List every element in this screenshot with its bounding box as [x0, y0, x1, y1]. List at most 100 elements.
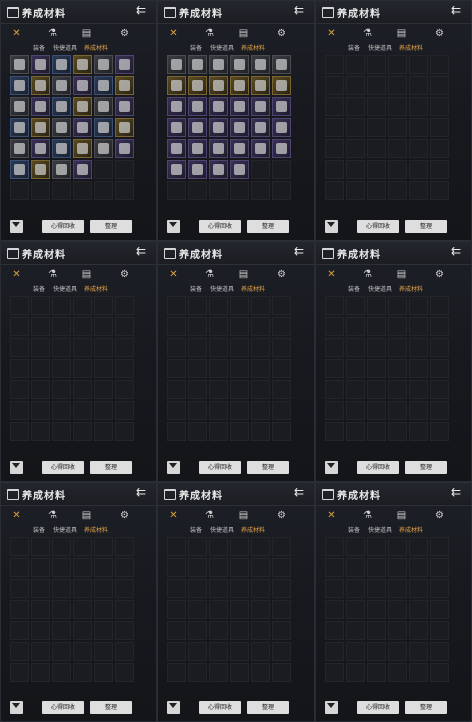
inventory-slot[interactable] [188, 181, 207, 200]
inventory-slot[interactable] [367, 600, 386, 619]
filter-icon[interactable] [10, 220, 23, 233]
inventory-slot[interactable] [367, 663, 386, 682]
inventory-slot[interactable] [346, 118, 365, 137]
inventory-slot[interactable] [409, 359, 428, 378]
close-icon[interactable]: ✕ [11, 510, 22, 521]
inventory-slot[interactable] [251, 380, 270, 399]
inventory-slot[interactable] [409, 317, 428, 336]
tab-quick-items[interactable]: 快捷道具 [368, 284, 392, 293]
material-icon[interactable]: ⚙ [276, 269, 287, 280]
inventory-slot[interactable] [367, 558, 386, 577]
inventory-slot[interactable] [367, 621, 386, 640]
inventory-slot[interactable] [94, 181, 113, 200]
inventory-slot[interactable] [10, 181, 29, 200]
inventory-slot[interactable] [325, 579, 344, 598]
inventory-slot[interactable] [272, 537, 291, 556]
inventory-slot[interactable] [325, 537, 344, 556]
inventory-slot[interactable] [430, 600, 449, 619]
inventory-slot[interactable] [73, 359, 92, 378]
inventory-slot[interactable] [272, 579, 291, 598]
inventory-slot[interactable] [409, 537, 428, 556]
inventory-slot[interactable] [430, 401, 449, 420]
quick-item-icon[interactable]: ▤ [396, 269, 407, 280]
inventory-slot[interactable] [230, 663, 249, 682]
inventory-slot[interactable] [167, 663, 186, 682]
inventory-slot[interactable] [73, 537, 92, 556]
inventory-slot[interactable] [209, 160, 228, 179]
quick-item-icon[interactable]: ▤ [81, 28, 92, 39]
inventory-slot[interactable] [430, 380, 449, 399]
close-icon[interactable]: ✕ [168, 28, 179, 39]
quick-item-icon[interactable]: ▤ [238, 510, 249, 521]
inventory-slot[interactable] [230, 359, 249, 378]
inventory-slot[interactable] [209, 76, 228, 95]
inventory-slot[interactable] [115, 380, 134, 399]
inventory-slot[interactable] [115, 600, 134, 619]
recycle-button[interactable]: 心得回收 [199, 461, 241, 474]
inventory-slot[interactable] [346, 160, 365, 179]
inventory-slot[interactable] [73, 422, 92, 441]
inventory-slot[interactable] [115, 181, 134, 200]
tab-materials[interactable]: 养成材料 [84, 525, 108, 534]
inventory-slot[interactable] [251, 118, 270, 137]
inventory-slot[interactable] [115, 621, 134, 640]
inventory-slot[interactable] [367, 579, 386, 598]
close-icon[interactable]: ✕ [168, 510, 179, 521]
inventory-slot[interactable] [230, 160, 249, 179]
inventory-slot[interactable] [388, 558, 407, 577]
double-chevron-left-icon[interactable]: ⇇ [451, 486, 465, 498]
material-icon[interactable]: ⚙ [119, 510, 130, 521]
inventory-slot[interactable] [115, 359, 134, 378]
double-chevron-left-icon[interactable]: ⇇ [294, 486, 308, 498]
tab-equipment[interactable]: 装备 [348, 525, 360, 534]
inventory-slot[interactable] [188, 621, 207, 640]
inventory-slot[interactable] [325, 338, 344, 357]
inventory-slot[interactable] [31, 55, 50, 74]
inventory-slot[interactable] [94, 380, 113, 399]
inventory-slot[interactable] [388, 359, 407, 378]
inventory-slot[interactable] [230, 422, 249, 441]
inventory-slot[interactable] [52, 642, 71, 661]
inventory-slot[interactable] [188, 296, 207, 315]
inventory-slot[interactable] [73, 97, 92, 116]
inventory-slot[interactable] [367, 296, 386, 315]
inventory-slot[interactable] [325, 380, 344, 399]
material-icon[interactable]: ⚙ [434, 269, 445, 280]
inventory-slot[interactable] [167, 160, 186, 179]
inventory-slot[interactable] [188, 600, 207, 619]
inventory-slot[interactable] [73, 338, 92, 357]
filter-icon[interactable] [167, 220, 180, 233]
inventory-slot[interactable] [188, 422, 207, 441]
quick-item-icon[interactable]: ▤ [238, 28, 249, 39]
inventory-slot[interactable] [346, 579, 365, 598]
inventory-slot[interactable] [272, 600, 291, 619]
inventory-slot[interactable] [188, 537, 207, 556]
inventory-slot[interactable] [325, 76, 344, 95]
inventory-slot[interactable] [230, 558, 249, 577]
filter-icon[interactable] [325, 220, 338, 233]
inventory-slot[interactable] [325, 118, 344, 137]
inventory-slot[interactable] [388, 537, 407, 556]
inventory-slot[interactable] [209, 401, 228, 420]
inventory-slot[interactable] [52, 663, 71, 682]
inventory-slot[interactable] [188, 55, 207, 74]
inventory-slot[interactable] [251, 97, 270, 116]
inventory-slot[interactable] [10, 558, 29, 577]
quick-item-icon[interactable]: ▤ [81, 269, 92, 280]
inventory-slot[interactable] [10, 118, 29, 137]
inventory-slot[interactable] [409, 296, 428, 315]
inventory-slot[interactable] [409, 401, 428, 420]
inventory-slot[interactable] [31, 181, 50, 200]
inventory-slot[interactable] [115, 296, 134, 315]
inventory-slot[interactable] [94, 97, 113, 116]
inventory-slot[interactable] [115, 642, 134, 661]
inventory-slot[interactable] [167, 338, 186, 357]
inventory-slot[interactable] [430, 55, 449, 74]
inventory-slot[interactable] [272, 558, 291, 577]
sort-button[interactable]: 整理 [405, 461, 447, 474]
tab-equipment[interactable]: 装备 [348, 284, 360, 293]
inventory-slot[interactable] [230, 296, 249, 315]
inventory-slot[interactable] [73, 76, 92, 95]
inventory-slot[interactable] [325, 139, 344, 158]
recycle-button[interactable]: 心得回收 [42, 461, 84, 474]
